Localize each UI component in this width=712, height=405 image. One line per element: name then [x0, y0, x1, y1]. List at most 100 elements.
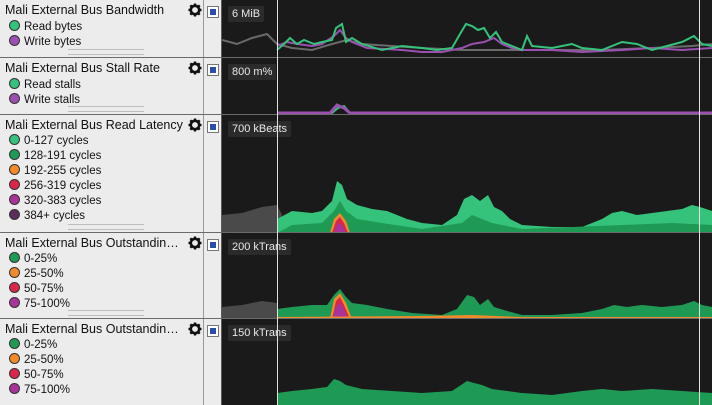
legend-label: 0-25%	[24, 339, 58, 351]
counter-title: Mali External Bus Bandwidth	[5, 3, 165, 17]
resize-grip[interactable]	[68, 49, 144, 55]
legend-item[interactable]: 128-191 cycles	[9, 149, 101, 164]
legend-item[interactable]: 384+ cycles	[9, 209, 85, 224]
legend-item[interactable]: 75-100%	[9, 297, 70, 312]
counter-title: Mali External Bus Outstanding …	[5, 322, 183, 336]
area-gray	[222, 205, 282, 233]
scale-label: 200 kTrans	[228, 239, 291, 255]
legend-item[interactable]: 256-319 cycles	[9, 179, 101, 194]
counter-sidebar: Mali External Bus Outstanding … 0-25% 25…	[0, 319, 204, 405]
scale-label: 800 m%	[228, 64, 277, 80]
legend-item[interactable]: 0-25%	[9, 338, 57, 353]
counter-title: Mali External Bus Read Latency	[5, 118, 183, 132]
legend-color-dot	[9, 209, 20, 220]
counter-row-outstanding-writes: Mali External Bus Outstanding … 0-25% 25…	[0, 319, 712, 405]
legend-item[interactable]: 192-255 cycles	[9, 164, 101, 179]
checkbox-icon[interactable]	[207, 64, 219, 76]
checkbox-icon[interactable]	[207, 6, 219, 18]
legend-label: 256-319 cycles	[24, 180, 102, 192]
legend-color-dot	[9, 134, 20, 145]
chart-area[interactable]: 150 kTrans	[222, 319, 712, 405]
latency-plot	[222, 181, 712, 233]
legend-item[interactable]: Write bytes	[9, 35, 81, 50]
legend-item[interactable]: Read stalls	[9, 78, 81, 93]
gear-icon[interactable]	[188, 61, 202, 75]
legend-color-dot	[9, 20, 20, 31]
legend-color-dot	[9, 383, 20, 394]
resize-grip[interactable]	[68, 106, 144, 112]
legend-item[interactable]: 320-383 cycles	[9, 194, 101, 209]
legend-label: 75-100%	[24, 298, 71, 310]
selection-start-marker[interactable]	[277, 0, 278, 405]
legend-label: 320-383 cycles	[24, 195, 102, 207]
row-controls	[204, 115, 222, 233]
legend-color-dot	[9, 35, 20, 46]
legend-color-dot	[9, 194, 20, 205]
counter-row-outstanding-reads: Mali External Bus Outstanding R… 0-25% 2…	[0, 233, 712, 319]
gear-icon[interactable]	[188, 236, 202, 250]
legend-color-dot	[9, 93, 20, 104]
counter-sidebar: Mali External Bus Outstanding R… 0-25% 2…	[0, 233, 204, 319]
chart-area[interactable]: 800 m%	[222, 58, 712, 115]
legend-item[interactable]: 0-25%	[9, 252, 57, 267]
bandwidth-plot	[222, 22, 712, 54]
legend-item[interactable]: 50-75%	[9, 282, 64, 297]
legend-item[interactable]: 0-127 cycles	[9, 134, 89, 149]
counter-row-bandwidth: Mali External Bus Bandwidth Read bytes W…	[0, 0, 712, 58]
row-controls	[204, 58, 222, 115]
legend-color-dot	[9, 267, 20, 278]
legend-item[interactable]: 50-75%	[9, 368, 64, 383]
legend-item[interactable]: Read bytes	[9, 20, 82, 35]
chart-area[interactable]: 6 MiB	[222, 0, 712, 58]
legend-label: 128-191 cycles	[24, 150, 102, 162]
row-controls	[204, 319, 222, 405]
checkbox-icon[interactable]	[207, 239, 219, 251]
legend-label: 192-255 cycles	[24, 165, 102, 177]
legend-color-dot	[9, 164, 20, 175]
legend-label: 384+ cycles	[24, 210, 86, 222]
counter-row-stall-rate: Mali External Bus Stall Rate Read stalls…	[0, 58, 712, 115]
stall-plot	[277, 103, 712, 115]
legend-label: 50-75%	[24, 283, 64, 295]
counter-title: Mali External Bus Stall Rate	[5, 61, 160, 75]
legend-label: 75-100%	[24, 384, 71, 396]
legend-color-dot	[9, 297, 20, 308]
legend-color-dot	[9, 338, 20, 349]
legend-label: 25-50%	[24, 268, 64, 280]
legend-label: 0-25%	[24, 253, 58, 265]
counter-row-read-latency: Mali External Bus Read Latency 0-127 cyc…	[0, 115, 712, 233]
legend-color-dot	[9, 282, 20, 293]
legend-label: Write stalls	[24, 94, 81, 106]
outstanding-reads-plot	[222, 289, 712, 319]
scale-label: 700 kBeats	[228, 121, 292, 137]
outstanding-writes-plot	[277, 379, 712, 405]
scale-label: 6 MiB	[228, 6, 265, 22]
legend-color-dot	[9, 78, 20, 89]
gear-icon[interactable]	[188, 3, 202, 17]
legend-label: 25-50%	[24, 354, 64, 366]
legend-item[interactable]: 75-100%	[9, 383, 70, 398]
legend-color-dot	[9, 368, 20, 379]
chart-area[interactable]: 200 kTrans	[222, 233, 712, 319]
chart-area[interactable]: 700 kBeats	[222, 115, 712, 233]
checkbox-icon[interactable]	[207, 121, 219, 133]
series-line-read	[276, 22, 712, 52]
legend-label: Write bytes	[24, 36, 82, 48]
legend-label: Read stalls	[24, 79, 81, 91]
gear-icon[interactable]	[188, 118, 202, 132]
selection-end-marker[interactable]	[699, 0, 700, 405]
gear-icon[interactable]	[188, 322, 202, 336]
resize-grip[interactable]	[68, 310, 144, 316]
counter-title: Mali External Bus Outstanding R…	[5, 236, 183, 250]
counter-sidebar: Mali External Bus Read Latency 0-127 cyc…	[0, 115, 204, 233]
legend-item[interactable]: 25-50%	[9, 267, 64, 282]
scale-label: 150 kTrans	[228, 325, 291, 341]
counter-sidebar: Mali External Bus Bandwidth Read bytes W…	[0, 0, 204, 58]
legend-label: 50-75%	[24, 369, 64, 381]
legend-item[interactable]: 25-50%	[9, 353, 64, 368]
checkbox-icon[interactable]	[207, 325, 219, 337]
area-gray	[222, 301, 277, 319]
legend-label: Read bytes	[24, 21, 83, 33]
counter-sidebar: Mali External Bus Stall Rate Read stalls…	[0, 58, 204, 115]
resize-grip[interactable]	[68, 224, 144, 230]
